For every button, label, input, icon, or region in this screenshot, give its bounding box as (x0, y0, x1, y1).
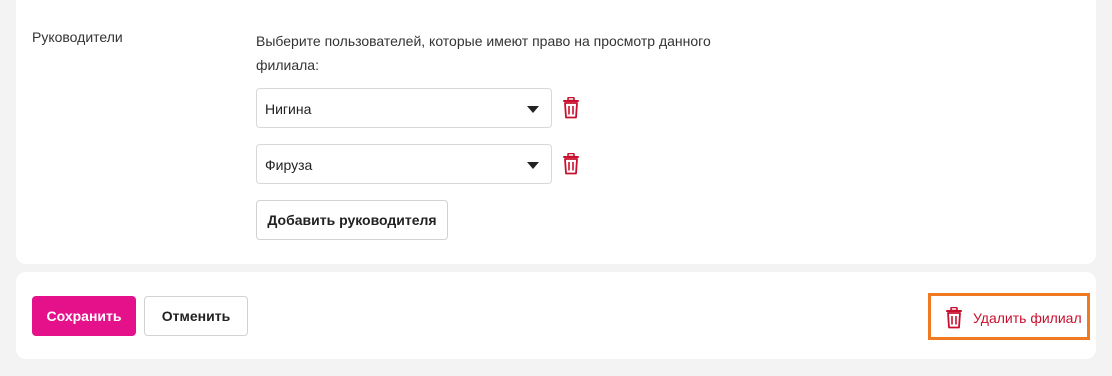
caret-down-icon (527, 162, 539, 169)
trash-icon[interactable] (562, 97, 580, 119)
caret-down-icon (527, 106, 539, 113)
save-button[interactable]: Сохранить (32, 296, 136, 336)
manager-select[interactable]: Фируза (256, 144, 552, 184)
cancel-button[interactable]: Отменить (144, 296, 248, 336)
add-manager-button[interactable]: Добавить руководителя (256, 200, 448, 240)
trash-icon[interactable] (562, 153, 580, 175)
managers-section-label: Руководители (32, 29, 123, 45)
manager-select-value: Фируза (265, 157, 313, 173)
manager-select[interactable]: Нигина (256, 88, 552, 128)
delete-branch-button[interactable]: Удалить филиал (928, 293, 1090, 340)
trash-icon (946, 307, 962, 329)
manager-select-value: Нигина (265, 101, 312, 117)
manager-row: Нигина (256, 88, 596, 128)
manager-row: Фируза (256, 144, 596, 184)
managers-description: Выберите пользователей, которые имеют пр… (256, 33, 711, 73)
delete-branch-label: Удалить филиал (973, 310, 1082, 326)
